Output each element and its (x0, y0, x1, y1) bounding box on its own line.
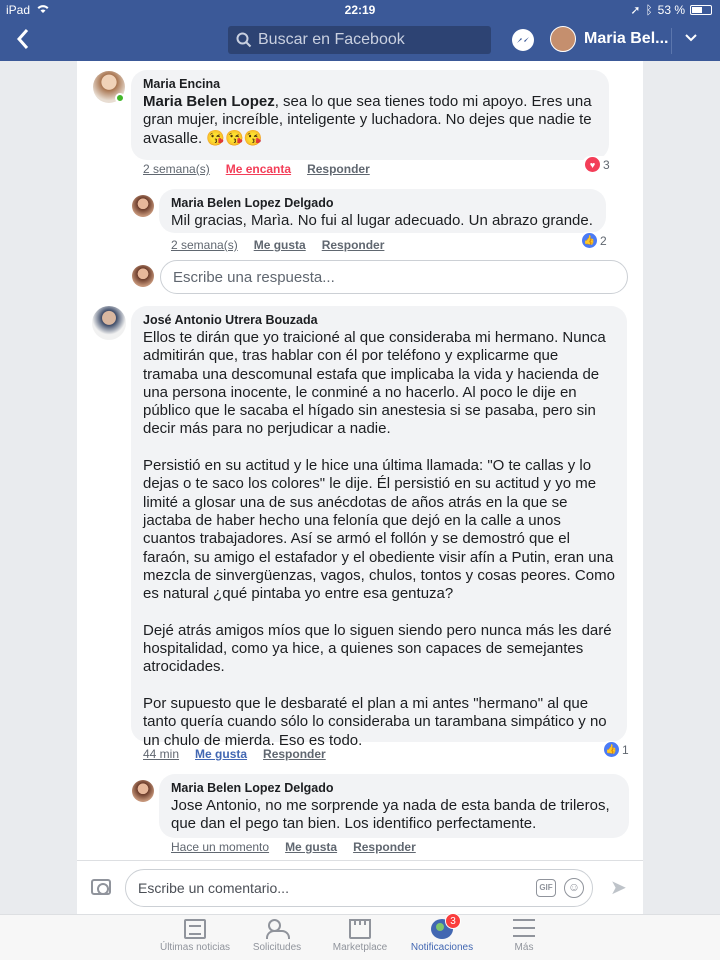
reply-link[interactable]: Responder (322, 238, 385, 252)
send-icon[interactable]: ➤ (610, 878, 630, 898)
emoji-icon[interactable]: ☺ (564, 878, 584, 898)
tab-requests[interactable]: Solicitudes (232, 919, 322, 953)
back-button[interactable] (16, 28, 46, 54)
comment-author[interactable]: Maria Belen Lopez Delgado (171, 781, 617, 795)
comment-time-link[interactable]: 2 semana(s) (171, 238, 238, 252)
comment-time-link[interactable]: Hace un momento (171, 840, 269, 854)
comment-input[interactable] (138, 880, 518, 896)
avatar (550, 26, 576, 52)
profile-name: Maria Bel... (584, 30, 669, 47)
gif-button[interactable]: GIF (536, 879, 556, 897)
nav-divider (671, 28, 672, 54)
clock: 22:19 (344, 3, 376, 17)
avatar[interactable] (132, 780, 154, 802)
tab-label: Más (514, 942, 534, 953)
comment-actions: 2 semana(s) Me encanta Responder (143, 162, 370, 176)
comments-panel: Maria Encina Maria Belen Lopez, sea lo q… (77, 61, 643, 860)
bluetooth-icon: ᛒ (645, 3, 653, 17)
tab-notifications[interactable]: 3 Notificaciones (397, 913, 487, 953)
comment-body: Ellos te dirán que yo traicioné al que c… (143, 329, 615, 749)
comment-author[interactable]: Maria Encina (143, 77, 597, 91)
tab-label: Notificaciones (410, 942, 474, 953)
comment-actions: 2 semana(s) Me gusta Responder (171, 238, 384, 252)
like-link[interactable]: Me gusta (195, 747, 247, 761)
avatar (132, 265, 154, 287)
heart-icon: ♥ (585, 157, 600, 172)
tab-label: Últimas noticias (159, 942, 231, 953)
tab-label: Solicitudes (252, 942, 302, 953)
comment-author[interactable]: Maria Belen Lopez Delgado (171, 196, 594, 210)
thumbs-up-icon: 👍 (604, 742, 619, 757)
chevron-down-icon[interactable] (684, 30, 698, 48)
reaction-count: 2 (600, 233, 607, 248)
notification-badge: 3 (445, 913, 461, 929)
messenger-icon[interactable] (512, 29, 534, 51)
menu-icon (513, 919, 535, 939)
avatar[interactable] (92, 306, 126, 340)
battery-level (692, 7, 702, 13)
comment-actions: Hace un momento Me gusta Responder (171, 840, 416, 854)
comment-time-link[interactable]: 2 semana(s) (143, 162, 210, 176)
reply-link[interactable]: Responder (263, 747, 326, 761)
like-link[interactable]: Me gusta (285, 840, 337, 854)
marketplace-icon (349, 919, 371, 939)
tab-label: Marketplace (332, 942, 388, 953)
news-feed-icon (184, 919, 206, 939)
comment-text: Maria Belen Lopez, sea lo que sea tienes… (143, 93, 597, 148)
like-link[interactable]: Me gusta (254, 238, 306, 252)
avatar[interactable] (132, 195, 154, 217)
reaction-count-badge[interactable]: ♥ 3 (582, 156, 613, 173)
battery-icon (690, 5, 712, 15)
camera-icon[interactable] (91, 879, 111, 895)
comment-composer: GIF ☺ ➤ (77, 860, 643, 914)
reply-bubble: Maria Belen Lopez Delgado Mil gracias, M… (159, 189, 606, 233)
comment-author[interactable]: José Antonio Utrera Bouzada (143, 313, 615, 327)
profile-chip[interactable]: Maria Bel... (550, 26, 668, 52)
bottom-tab-bar: Últimas noticias Solicitudes Marketplace… (0, 913, 720, 960)
comment-body: Mil gracias, Marìa. No fui al lugar adec… (171, 212, 593, 229)
search-icon (236, 32, 252, 48)
love-reaction-link[interactable]: Me encanta (226, 162, 291, 176)
reply-field[interactable] (160, 260, 628, 294)
reply-link[interactable]: Responder (307, 162, 370, 176)
globe-icon: 3 (431, 913, 461, 939)
comment-time-link[interactable]: 44 min (143, 747, 179, 761)
thumbs-up-icon: 👍 (582, 233, 597, 248)
tab-news-feed[interactable]: Últimas noticias (150, 919, 240, 953)
chevron-left-icon (16, 29, 29, 49)
comment-actions: 44 min Me gusta Responder (143, 747, 326, 761)
mention-link[interactable]: Maria Belen Lopez (143, 93, 275, 110)
reaction-count-badge[interactable]: 👍 2 (579, 232, 610, 249)
reaction-count-badge[interactable]: 👍 1 (601, 741, 632, 758)
status-bar: iPad 22:19 ➚ ᛒ 53 % (0, 0, 720, 20)
search-input[interactable] (258, 31, 478, 49)
reply-link[interactable]: Responder (353, 840, 416, 854)
reaction-count: 3 (603, 157, 610, 172)
reply-input[interactable] (173, 268, 627, 286)
comment-field[interactable]: GIF ☺ (125, 869, 593, 907)
battery-percent: 53 % (657, 3, 685, 17)
search-bar[interactable] (228, 26, 491, 54)
tab-more[interactable]: Más (479, 919, 569, 953)
comment-body: Jose Antonio, no me sorprende ya nada de… (171, 797, 614, 833)
tab-marketplace[interactable]: Marketplace (315, 919, 405, 953)
online-status-dot (115, 93, 125, 103)
top-nav: Maria Bel... (0, 20, 720, 61)
reaction-count: 1 (622, 742, 629, 757)
location-icon: ➚ (630, 3, 641, 17)
reply-bubble: Maria Belen Lopez Delgado Jose Antonio, … (159, 774, 629, 838)
comment-bubble: Maria Encina Maria Belen Lopez, sea lo q… (131, 70, 609, 160)
friends-icon (266, 919, 290, 939)
comment-bubble: José Antonio Utrera Bouzada Ellos te dir… (131, 306, 627, 749)
